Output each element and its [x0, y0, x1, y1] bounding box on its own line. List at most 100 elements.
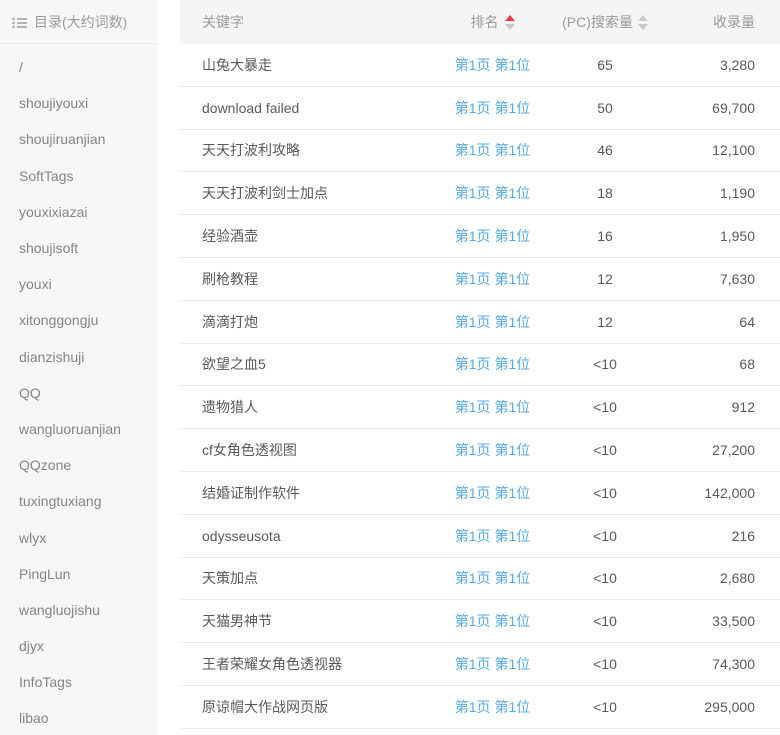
sidebar-item-wangluojishu[interactable]: wangluojishu	[0, 592, 158, 628]
sort-desc-icon	[505, 24, 515, 30]
sort-asc-icon	[505, 15, 515, 21]
sidebar-item-dianzishuji[interactable]: dianzishuji	[0, 339, 158, 375]
keyword-cell: odysseusota	[180, 528, 430, 544]
keyword-cell: 结婚证制作软件	[180, 483, 430, 503]
search-volume-cell: <10	[555, 399, 655, 415]
indexed-count-cell: 7,630	[655, 271, 780, 287]
sidebar-item-libao[interactable]: libao	[0, 700, 158, 735]
search-volume-cell: <10	[555, 699, 655, 715]
indexed-count-cell: 68	[655, 356, 780, 372]
search-volume-cell: 12	[555, 271, 655, 287]
keyword-cell: download failed	[180, 100, 430, 116]
sidebar-item-root[interactable]: /	[0, 49, 158, 85]
rank-sort-control[interactable]	[505, 15, 515, 30]
table-row: 原谅帽大作战网页版 第1页 第1位 <10 295,000	[180, 686, 780, 729]
sidebar-item-qq[interactable]: QQ	[0, 375, 158, 411]
list-icon	[12, 16, 27, 28]
keyword-cell: 刷枪教程	[180, 269, 430, 289]
search-volume-cell: <10	[555, 613, 655, 629]
indexed-count-cell: 1,950	[655, 228, 780, 244]
search-volume-cell: <10	[555, 485, 655, 501]
indexed-count-cell: 1,190	[655, 185, 780, 201]
sidebar-item-shoujiruanjian[interactable]: shoujiruanjian	[0, 121, 158, 157]
sort-desc-icon	[638, 24, 648, 30]
sidebar-item-wangluoruanjian[interactable]: wangluoruanjian	[0, 411, 158, 447]
indexed-count-cell: 2,680	[655, 570, 780, 586]
sidebar-item-youxixiazai[interactable]: youxixiazai	[0, 194, 158, 230]
keyword-cell: 王者荣耀女角色透视器	[180, 654, 430, 674]
sidebar-item-xitonggongju[interactable]: xitonggongju	[0, 302, 158, 338]
keyword-cell: 经验酒壶	[180, 226, 430, 246]
search-volume-cell: <10	[555, 356, 655, 372]
indexed-count-cell: 3,280	[655, 57, 780, 73]
search-volume-cell: <10	[555, 656, 655, 672]
keyword-table: 关键字 排名 (PC)搜索量 收录量 山兔大暴走 第1页 第1位 65	[180, 0, 780, 729]
rank-link[interactable]: 第1页 第1位	[455, 483, 530, 503]
column-header-volume-label: (PC)搜索量	[562, 12, 633, 32]
sidebar-header: 目录(大约词数)	[0, 0, 158, 44]
table-row: cf女角色透视图 第1页 第1位 <10 27,200	[180, 429, 780, 472]
indexed-count-cell: 27,200	[655, 442, 780, 458]
table-row: odysseusota 第1页 第1位 <10 216	[180, 515, 780, 558]
rank-link[interactable]: 第1页 第1位	[455, 226, 530, 246]
table-header-row: 关键字 排名 (PC)搜索量 收录量	[180, 0, 780, 44]
sidebar-title: 目录(大约词数)	[34, 12, 127, 32]
rank-link[interactable]: 第1页 第1位	[455, 440, 530, 460]
sidebar-item-wlyx[interactable]: wlyx	[0, 519, 158, 555]
sidebar-item-shoujiyouxi[interactable]: shoujiyouxi	[0, 85, 158, 121]
sidebar-item-shoujisoft[interactable]: shoujisoft	[0, 230, 158, 266]
sidebar-item-softtags[interactable]: SoftTags	[0, 158, 158, 194]
rank-link[interactable]: 第1页 第1位	[455, 140, 530, 160]
table-row: 刷枪教程 第1页 第1位 12 7,630	[180, 258, 780, 301]
rank-link[interactable]: 第1页 第1位	[455, 611, 530, 631]
rank-link[interactable]: 第1页 第1位	[455, 568, 530, 588]
indexed-count-cell: 64	[655, 314, 780, 330]
table-row: 遗物猎人 第1页 第1位 <10 912	[180, 386, 780, 429]
table-row: 欲望之血5 第1页 第1位 <10 68	[180, 344, 780, 387]
rank-link[interactable]: 第1页 第1位	[455, 269, 530, 289]
keyword-cell: 天天打波利攻略	[180, 140, 430, 160]
rank-link[interactable]: 第1页 第1位	[455, 98, 530, 118]
table-row: 天猫男神节 第1页 第1位 <10 33,500	[180, 600, 780, 643]
search-volume-cell: 18	[555, 185, 655, 201]
sidebar-item-tuxingtuxiang[interactable]: tuxingtuxiang	[0, 483, 158, 519]
search-volume-cell: <10	[555, 528, 655, 544]
sidebar-item-infotags[interactable]: InfoTags	[0, 664, 158, 700]
rank-link[interactable]: 第1页 第1位	[455, 526, 530, 546]
keyword-rank-page: 目录(大约词数) / shoujiyouxi shoujiruanjian So…	[0, 0, 780, 735]
table-row: 天天打波利剑士加点 第1页 第1位 18 1,190	[180, 172, 780, 215]
search-volume-cell: 12	[555, 314, 655, 330]
keyword-cell: 欲望之血5	[180, 354, 430, 374]
search-volume-cell: 65	[555, 57, 655, 73]
keyword-cell: 天策加点	[180, 568, 430, 588]
column-header-rank[interactable]: 排名	[430, 12, 555, 32]
table-row: 天天打波利攻略 第1页 第1位 46 12,100	[180, 130, 780, 173]
column-header-pc-search-volume[interactable]: (PC)搜索量	[555, 12, 655, 32]
search-volume-cell: 16	[555, 228, 655, 244]
rank-link[interactable]: 第1页 第1位	[455, 697, 530, 717]
sidebar-item-youxi[interactable]: youxi	[0, 266, 158, 302]
volume-sort-control[interactable]	[638, 15, 648, 30]
table-row: 山兔大暴走 第1页 第1位 65 3,280	[180, 44, 780, 87]
keyword-cell: 滴滴打炮	[180, 312, 430, 332]
table-row: 天策加点 第1页 第1位 <10 2,680	[180, 558, 780, 601]
indexed-count-cell: 33,500	[655, 613, 780, 629]
sidebar-item-djyx[interactable]: djyx	[0, 628, 158, 664]
keyword-cell: 原谅帽大作战网页版	[180, 697, 430, 717]
indexed-count-cell: 74,300	[655, 656, 780, 672]
table-row: 结婚证制作软件 第1页 第1位 <10 142,000	[180, 472, 780, 515]
search-volume-cell: 50	[555, 100, 655, 116]
column-header-keyword: 关键字	[180, 12, 430, 32]
rank-link[interactable]: 第1页 第1位	[455, 312, 530, 332]
sidebar-item-pinglun[interactable]: PingLun	[0, 556, 158, 592]
rank-link[interactable]: 第1页 第1位	[455, 354, 530, 374]
keyword-cell: cf女角色透视图	[180, 440, 430, 460]
rank-link[interactable]: 第1页 第1位	[455, 654, 530, 674]
indexed-count-cell: 142,000	[655, 485, 780, 501]
indexed-count-cell: 295,000	[655, 699, 780, 715]
sidebar-item-qqzone[interactable]: QQzone	[0, 447, 158, 483]
rank-link[interactable]: 第1页 第1位	[455, 183, 530, 203]
rank-link[interactable]: 第1页 第1位	[455, 55, 530, 75]
rank-link[interactable]: 第1页 第1位	[455, 397, 530, 417]
directory-list: / shoujiyouxi shoujiruanjian SoftTags yo…	[0, 44, 158, 735]
